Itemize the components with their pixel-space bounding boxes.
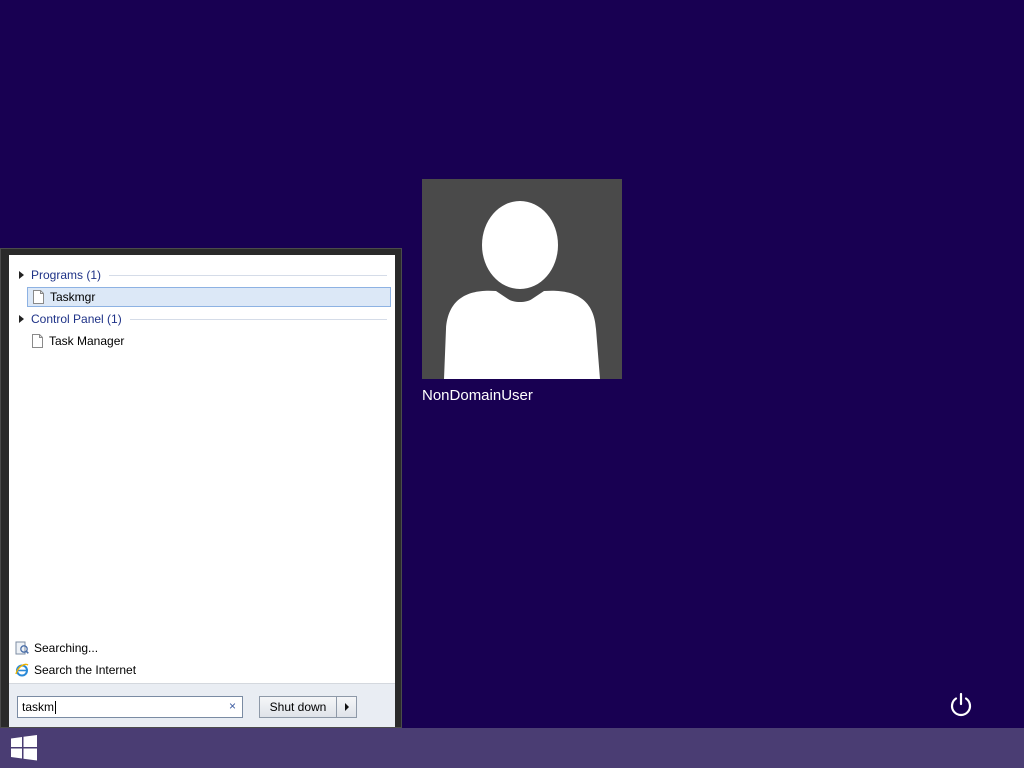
start-menu: Programs (1) Taskmgr Control Panel (1) T… [0, 248, 402, 728]
user-avatar-icon [444, 201, 600, 379]
searching-status: Searching... [15, 639, 98, 657]
user-name: NonDomainUser [422, 387, 533, 404]
group-header-label: Programs (1) [31, 268, 102, 282]
result-item-taskmgr[interactable]: Taskmgr [27, 287, 391, 307]
divider [109, 274, 387, 276]
result-item-label: Taskmgr [50, 290, 96, 304]
search-input[interactable]: taskm × [17, 696, 243, 718]
clear-search-icon[interactable]: × [229, 699, 236, 713]
user-avatar[interactable] [422, 179, 622, 379]
group-header-programs[interactable]: Programs (1) [17, 266, 387, 284]
start-menu-panel: Programs (1) Taskmgr Control Panel (1) T… [9, 255, 395, 727]
expand-arrow-icon [19, 271, 24, 279]
searching-label: Searching... [34, 641, 99, 655]
search-input-value: taskm [22, 700, 55, 714]
shutdown-button[interactable]: Shut down [259, 696, 337, 718]
text-caret [55, 700, 57, 714]
document-icon [33, 290, 44, 304]
searching-icon [15, 641, 29, 655]
power-icon[interactable] [948, 692, 974, 718]
chevron-right-icon [344, 703, 349, 711]
internet-explorer-icon [15, 663, 29, 677]
shutdown-options-button[interactable] [337, 696, 357, 718]
start-menu-bottom-bar: taskm × Shut down [9, 683, 395, 727]
taskbar [0, 728, 1024, 768]
divider [129, 318, 387, 320]
document-icon [32, 334, 43, 348]
search-internet-link[interactable]: Search the Internet [15, 661, 136, 679]
expand-arrow-icon [19, 315, 24, 323]
group-header-control-panel[interactable]: Control Panel (1) [17, 310, 387, 328]
group-header-label: Control Panel (1) [31, 312, 122, 326]
search-internet-label: Search the Internet [34, 663, 137, 677]
result-item-task-manager[interactable]: Task Manager [27, 331, 391, 351]
windows-logo-icon[interactable] [10, 735, 38, 761]
result-item-label: Task Manager [49, 334, 125, 348]
